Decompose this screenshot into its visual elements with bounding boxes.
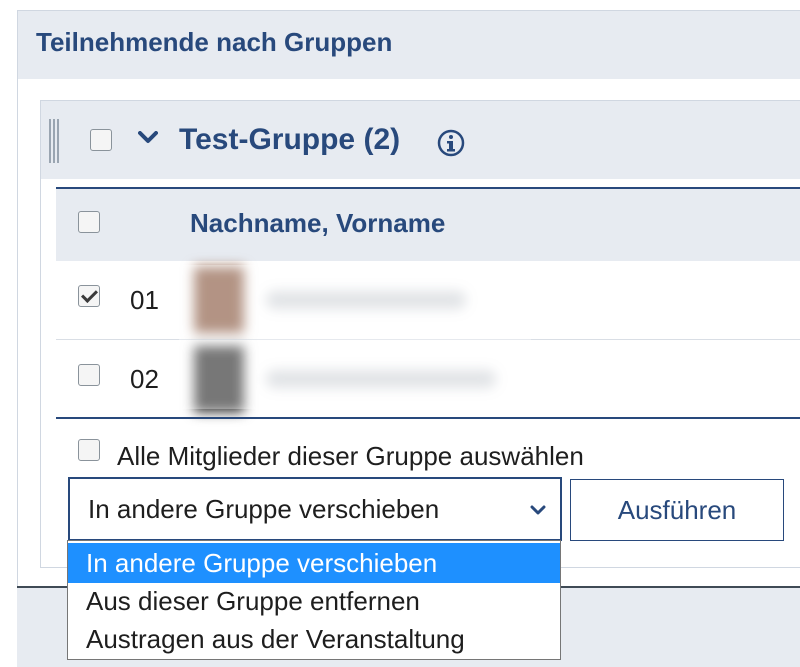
group-header: Test-Gruppe (2) [41, 101, 800, 179]
group-title[interactable]: Test-Gruppe (2) [179, 123, 400, 157]
row-number: 01 [130, 285, 159, 315]
select-all-rows-checkbox[interactable] [78, 211, 100, 233]
execute-button[interactable]: Ausführen [570, 479, 784, 541]
row-checkbox[interactable] [78, 364, 100, 386]
select-all-members-checkbox[interactable] [78, 439, 100, 461]
select-all-members-label[interactable]: Alle Mitglieder dieser Gruppe auswählen [117, 441, 584, 472]
drag-handle-icon[interactable] [49, 119, 61, 163]
action-dropdown-list: In andere Gruppe verschieben Aus dieser … [67, 540, 561, 660]
column-header-name[interactable]: Nachname, Vorname [190, 208, 445, 239]
panel-title: Teilnehmende nach Gruppen [36, 27, 393, 57]
panel-header: Teilnehmende nach Gruppen [18, 11, 800, 79]
group-checkbox[interactable] [90, 129, 112, 151]
table-bottom-divider [56, 417, 800, 419]
action-select-value: In andere Gruppe verschieben [88, 494, 440, 524]
action-select[interactable]: In andere Gruppe verschieben [68, 477, 562, 541]
chevron-down-icon [530, 505, 546, 515]
dropdown-option[interactable]: Austragen aus der Veranstaltung [68, 619, 560, 659]
row-number: 02 [130, 364, 159, 394]
chevron-down-icon[interactable] [138, 131, 158, 145]
group-box: Test-Gruppe (2) Nachname, Vorname 01 02 … [40, 100, 800, 568]
privacy-blur-overlay [179, 265, 531, 409]
dropdown-option[interactable]: In andere Gruppe verschieben [68, 543, 560, 583]
table-header: Nachname, Vorname [56, 189, 800, 261]
dropdown-option[interactable]: Aus dieser Gruppe entfernen [68, 581, 560, 621]
row-checkbox[interactable] [78, 285, 100, 307]
info-icon[interactable] [437, 129, 465, 157]
